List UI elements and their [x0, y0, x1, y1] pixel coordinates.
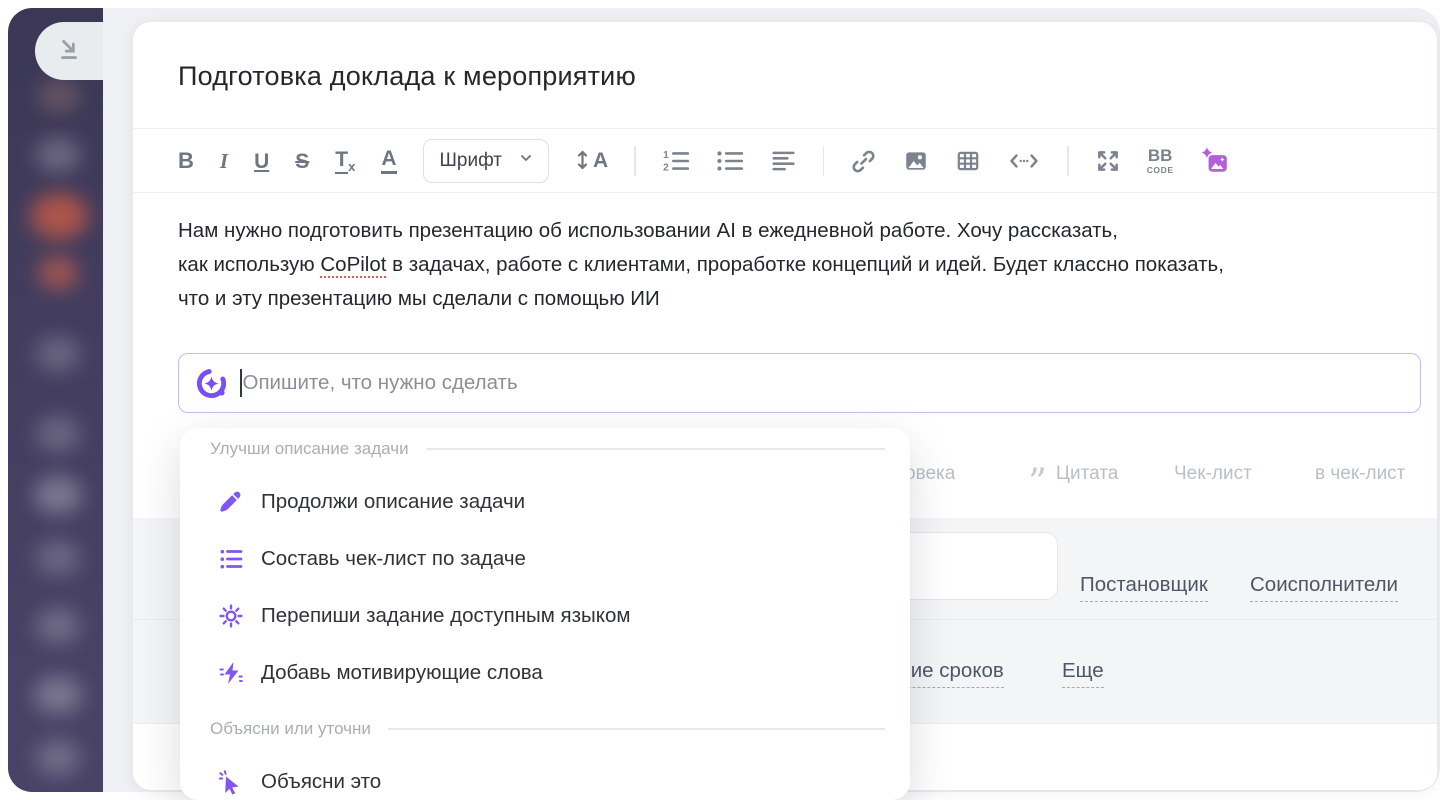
task-description-text[interactable]: Нам нужно подготовить презентацию об исп…: [178, 214, 1224, 316]
cursor-icon: [218, 769, 244, 795]
copilot-dropdown-menu: Улучши описание задачи Продолжи описание…: [180, 428, 910, 800]
blurred-icon: [36, 416, 80, 452]
toolbar-separator: [823, 146, 825, 176]
quote-action[interactable]: ” Цитата: [1028, 463, 1118, 485]
ordered-list-button[interactable]: 1 2: [662, 148, 690, 174]
blurred-icon: [34, 476, 82, 514]
blurred-icon: [38, 256, 78, 290]
clear-format-button[interactable]: Tx: [335, 149, 355, 173]
image-button[interactable]: [903, 148, 929, 174]
assigner-link[interactable]: Постановщик: [1080, 573, 1208, 602]
chevron-down-icon: [518, 150, 534, 172]
menu-item-explain-this[interactable]: Объясни это: [180, 765, 900, 799]
svg-text:1: 1: [663, 150, 669, 161]
text-color-button[interactable]: A: [381, 148, 396, 174]
strikethrough-button[interactable]: S: [295, 151, 309, 172]
align-button[interactable]: [770, 148, 797, 174]
toolbar-separator: [1067, 146, 1069, 176]
ai-image-icon[interactable]: [1200, 146, 1230, 176]
underline-button[interactable]: U: [254, 151, 269, 172]
expand-button[interactable]: [1095, 148, 1121, 174]
spellcheck-word: CoPilot: [320, 253, 386, 276]
lightning-icon: [218, 660, 244, 686]
pen-icon: [218, 489, 244, 515]
text-cursor: [240, 369, 242, 397]
blurred-icon: [36, 336, 80, 372]
blurred-icon: [36, 138, 80, 172]
link-button[interactable]: [850, 148, 877, 175]
font-size-button[interactable]: A: [575, 148, 608, 175]
arrows-vertical-icon: [575, 148, 590, 175]
divider: [133, 128, 1437, 129]
code-button[interactable]: [1007, 148, 1041, 174]
bbcode-button[interactable]: BB CODE: [1147, 147, 1174, 175]
copilot-icon: [194, 366, 229, 401]
italic-button[interactable]: I: [220, 151, 228, 172]
assignee-box[interactable]: [885, 532, 1058, 600]
coexecutors-link[interactable]: Соисполнители: [1250, 573, 1398, 602]
blurred-icon: [36, 608, 80, 644]
font-family-select[interactable]: Шрифт: [423, 139, 550, 183]
menu-group-improve: Улучши описание задачи: [210, 432, 885, 466]
bullet-list-button[interactable]: [716, 148, 744, 174]
toolbar-separator: [634, 146, 636, 176]
to-checklist-action[interactable]: в чек-лист: [1315, 463, 1405, 485]
bold-button[interactable]: B: [178, 150, 194, 172]
menu-item-add-motivation[interactable]: Добавь мотивирующие слова: [180, 656, 900, 690]
svg-text:2: 2: [663, 163, 669, 174]
blurred-icon: [38, 80, 80, 112]
menu-item-make-checklist[interactable]: Составь чек-лист по задаче: [180, 542, 900, 576]
more-link[interactable]: Еще: [1062, 659, 1104, 688]
navigation-sidebar: [8, 8, 103, 792]
blurred-icon: [36, 540, 80, 576]
sidebar-collapse-button[interactable]: [35, 22, 103, 80]
menu-item-continue-description[interactable]: Продолжи описание задачи: [180, 485, 900, 519]
task-title[interactable]: Подготовка доклада к мероприятию: [178, 58, 636, 94]
table-button[interactable]: [955, 148, 981, 174]
blurred-icon: [30, 193, 88, 239]
editor-toolbar: B I U S Tx A Шрифт A 1 2: [178, 130, 1421, 192]
checklist-action[interactable]: Чек-лист: [1174, 463, 1252, 485]
blurred-icon: [34, 676, 82, 714]
divider: [133, 192, 1437, 193]
blurred-icon: [36, 740, 80, 776]
copilot-input-placeholder: Опишите, что нужно сделать: [243, 371, 518, 395]
mention-action-fragment[interactable]: овека: [905, 463, 955, 485]
collapse-arrow-icon: [56, 37, 82, 66]
header-rule: [426, 448, 885, 450]
checklist-icon: [218, 546, 244, 572]
sun-icon: [218, 603, 244, 629]
header-rule: [388, 728, 885, 730]
menu-group-explain: Объясни или уточни: [210, 712, 885, 746]
copilot-prompt-input[interactable]: Опишите, что нужно сделать: [178, 353, 1421, 413]
menu-item-rewrite-simple[interactable]: Перепиши задание доступным языком: [180, 599, 900, 633]
